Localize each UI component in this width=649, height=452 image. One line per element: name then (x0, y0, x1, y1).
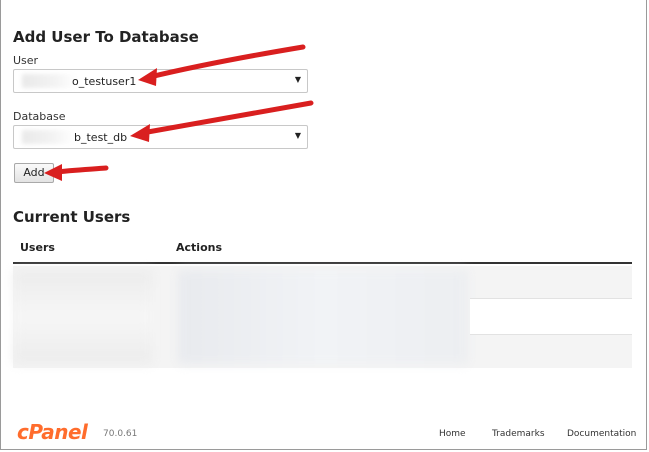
footer-link-home[interactable]: Home (439, 429, 466, 439)
version-label: 70.0.61 (103, 429, 138, 439)
row-divider (470, 298, 632, 299)
column-header-actions: Actions (176, 241, 222, 254)
footer-link-documentation[interactable]: Documentation (567, 429, 636, 439)
table-header-divider (13, 262, 632, 264)
redacted-text (22, 130, 74, 144)
footer: cPanel 70.0.61 Home Trademarks Documenta… (0, 420, 647, 450)
user-select[interactable]: o_testuser1 ▼ (13, 69, 308, 93)
add-user-title: Add User To Database (13, 28, 199, 46)
table-row-blank (470, 298, 632, 334)
user-label: User (13, 54, 39, 67)
row-divider (470, 334, 632, 335)
database-select-value: b_test_db (74, 131, 128, 144)
chevron-down-icon: ▼ (294, 131, 301, 140)
column-header-users: Users (20, 241, 55, 254)
chevron-down-icon: ▼ (294, 75, 301, 84)
add-button[interactable]: Add (14, 163, 54, 183)
current-users-title: Current Users (13, 208, 131, 226)
database-label: Database (13, 110, 66, 123)
redacted-text (22, 74, 77, 88)
user-select-value: o_testuser1 (72, 75, 137, 88)
redacted-user-cell (13, 270, 153, 364)
footer-link-trademarks[interactable]: Trademarks (492, 429, 545, 439)
cpanel-logo[interactable]: cPanel (17, 420, 88, 444)
redacted-actions-cell (178, 270, 468, 364)
database-select[interactable]: b_test_db ▼ (13, 125, 308, 149)
